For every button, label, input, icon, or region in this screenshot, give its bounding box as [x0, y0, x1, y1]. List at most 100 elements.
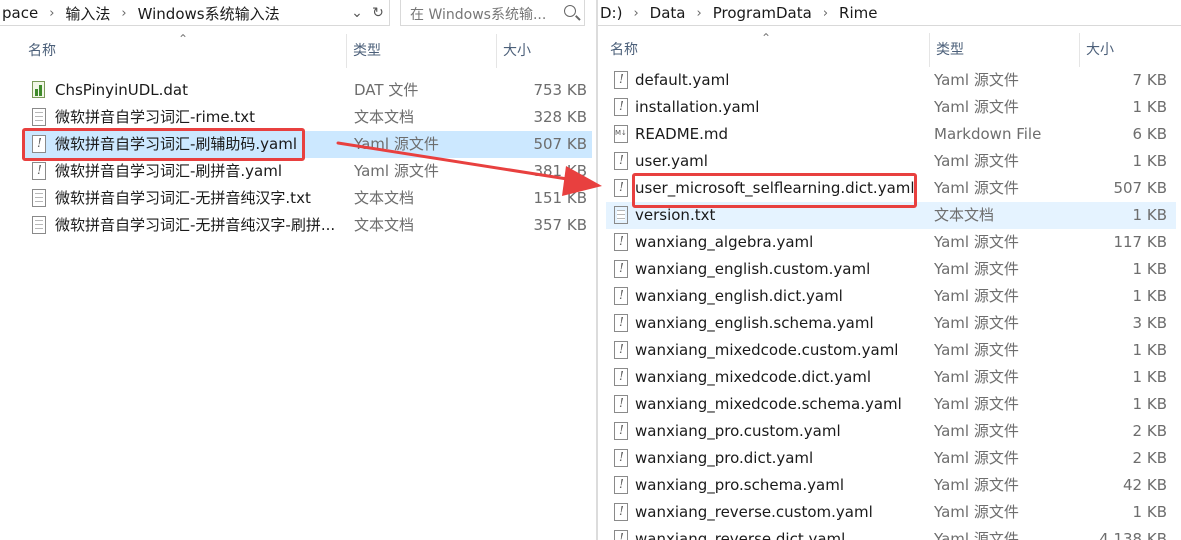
column-header-type[interactable]: 类型 — [346, 34, 497, 68]
file-row[interactable]: wanxiang_english.custom.yaml Yaml 源文件 1 KB — [606, 256, 1176, 283]
yaml-file-icon — [614, 71, 628, 89]
file-row-hovered[interactable]: version.txt 文本文档 1 KB — [606, 202, 1176, 229]
breadcrumb-segment[interactable]: Data — [648, 4, 688, 22]
breadcrumb-segment[interactable]: Rime — [837, 4, 879, 22]
file-row[interactable]: user.yaml Yaml 源文件 1 KB — [606, 148, 1176, 175]
file-type: Yaml 源文件 — [934, 71, 1019, 89]
file-row[interactable]: wanxiang_pro.dict.yaml Yaml 源文件 2 KB — [606, 445, 1176, 472]
file-row[interactable]: 微软拼音自学习词汇-无拼音纯汉字.txt 文本文档 151 KB — [22, 185, 592, 212]
file-size: 4,138 KB — [1099, 530, 1167, 540]
file-name: 微软拼音自学习词汇-无拼音纯汉字-刷拼... — [55, 216, 336, 234]
text-file-icon — [32, 189, 46, 207]
file-size: 6 KB — [1132, 125, 1167, 143]
yaml-file-icon — [32, 135, 46, 153]
chevron-right-icon[interactable]: › — [112, 6, 135, 21]
file-row[interactable]: wanxiang_pro.custom.yaml Yaml 源文件 2 KB — [606, 418, 1176, 445]
text-file-icon — [614, 206, 628, 224]
file-size: 328 KB — [533, 108, 587, 126]
file-type: 文本文档 — [934, 206, 995, 224]
file-size: 117 KB — [1113, 233, 1167, 251]
search-icon[interactable] — [564, 5, 576, 17]
yaml-file-icon — [614, 422, 628, 440]
yaml-file-icon — [614, 260, 628, 278]
chevron-right-icon[interactable]: › — [40, 6, 63, 21]
file-row[interactable]: wanxiang_mixedcode.schema.yaml Yaml 源文件 1 … — [606, 391, 1176, 418]
yaml-file-icon — [614, 449, 628, 467]
column-header-size[interactable]: 大小 — [1079, 33, 1176, 67]
file-row[interactable]: 微软拼音自学习词汇-刷拼音.yaml Yaml 源文件 381 KB — [22, 158, 592, 185]
file-type: Yaml 源文件 — [934, 503, 1019, 521]
file-row[interactable]: wanxiang_algebra.yaml Yaml 源文件 117 KB — [606, 229, 1176, 256]
file-row[interactable]: installation.yaml Yaml 源文件 1 KB — [606, 94, 1176, 121]
column-header-size[interactable]: 大小 — [496, 34, 593, 68]
file-row[interactable]: wanxiang_english.dict.yaml Yaml 源文件 1 KB — [606, 283, 1176, 310]
file-type: Yaml 源文件 — [934, 395, 1019, 413]
file-name: 微软拼音自学习词汇-刷拼音.yaml — [55, 162, 283, 180]
file-type: 文本文档 — [354, 108, 415, 126]
file-row[interactable]: default.yaml Yaml 源文件 7 KB — [606, 67, 1176, 94]
file-row[interactable]: wanxiang_mixedcode.dict.yaml Yaml 源文件 1 KB — [606, 364, 1176, 391]
file-size: 507 KB — [533, 135, 587, 153]
file-type: Markdown File — [934, 125, 1042, 143]
file-name: wanxiang_mixedcode.schema.yaml — [635, 395, 902, 413]
chevron-right-icon[interactable]: › — [688, 6, 711, 21]
left-explorer-pane: pace › 输入法 › Windows系统输入法 ⌄ ↻ 在 Windows系… — [0, 0, 598, 540]
dat-file-icon — [32, 81, 46, 99]
breadcrumb-segment[interactable]: D:) — [598, 4, 624, 22]
breadcrumb-segment[interactable]: pace — [0, 4, 40, 22]
file-name: user_microsoft_selflearning.dict.yaml — [635, 179, 915, 197]
yaml-file-icon — [614, 341, 628, 359]
file-row[interactable]: wanxiang_pro.schema.yaml Yaml 源文件 42 KB — [606, 472, 1176, 499]
file-type: Yaml 源文件 — [934, 449, 1019, 467]
file-row[interactable]: wanxiang_reverse.dict.yaml Yaml 源文件 4,138 … — [606, 526, 1176, 540]
file-size: 1 KB — [1132, 98, 1167, 116]
column-header-name[interactable]: 名称 — [28, 34, 346, 68]
file-row[interactable]: ChsPinyinUDL.dat DAT 文件 753 KB — [22, 77, 592, 104]
file-row[interactable]: 微软拼音自学习词汇-无拼音纯汉字-刷拼... 文本文档 357 KB — [22, 212, 592, 239]
address-dropdown-icon[interactable]: ⌄ — [346, 0, 368, 26]
file-type: Yaml 源文件 — [934, 233, 1019, 251]
file-size: 1 KB — [1132, 206, 1167, 224]
search-placeholder: 在 Windows系统输... — [410, 7, 547, 23]
file-type: Yaml 源文件 — [934, 530, 1019, 540]
file-row[interactable]: 微软拼音自学习词汇-rime.txt 文本文档 328 KB — [22, 104, 592, 131]
file-size: 1 KB — [1132, 503, 1167, 521]
column-header: ⌃ 名称 类型 大小 — [0, 32, 598, 68]
file-type: DAT 文件 — [354, 81, 419, 99]
file-row[interactable]: wanxiang_english.schema.yaml Yaml 源文件 3 KB — [606, 310, 1176, 337]
yaml-file-icon — [614, 314, 628, 332]
file-size: 381 KB — [533, 162, 587, 180]
file-size: 42 KB — [1123, 476, 1167, 494]
breadcrumb-segment[interactable]: Windows系统输入法 — [136, 3, 282, 24]
yaml-file-icon — [614, 395, 628, 413]
file-name: wanxiang_pro.custom.yaml — [635, 422, 841, 440]
file-row-selected[interactable]: 微软拼音自学习词汇-刷辅助码.yaml Yaml 源文件 507 KB — [22, 131, 592, 158]
breadcrumb-segment[interactable]: ProgramData — [711, 4, 814, 22]
search-input[interactable]: 在 Windows系统输... — [400, 0, 585, 26]
file-size: 1 KB — [1132, 260, 1167, 278]
breadcrumb-segment[interactable]: 输入法 — [63, 3, 112, 24]
file-row[interactable]: wanxiang_mixedcode.custom.yaml Yaml 源文件 1 … — [606, 337, 1176, 364]
file-type: Yaml 源文件 — [934, 98, 1019, 116]
file-name: default.yaml — [635, 71, 730, 89]
yaml-file-icon — [614, 368, 628, 386]
file-size: 2 KB — [1132, 449, 1167, 467]
chevron-right-icon[interactable]: › — [624, 6, 647, 21]
yaml-file-icon — [614, 233, 628, 251]
file-row[interactable]: wanxiang_reverse.custom.yaml Yaml 源文件 1 KB — [606, 499, 1176, 526]
file-name: installation.yaml — [635, 98, 760, 116]
refresh-icon[interactable]: ↻ — [367, 0, 389, 26]
file-name: wanxiang_pro.dict.yaml — [635, 449, 814, 467]
file-name: 微软拼音自学习词汇-rime.txt — [55, 108, 255, 126]
file-row[interactable]: user_microsoft_selflearning.dict.yaml Yam… — [606, 175, 1176, 202]
column-header-name[interactable]: 名称 — [610, 33, 926, 67]
file-row[interactable]: README.md Markdown File 6 KB — [606, 121, 1176, 148]
breadcrumb: D:) › Data › ProgramData › Rime — [598, 0, 1181, 26]
file-size: 7 KB — [1132, 71, 1167, 89]
column-header-type[interactable]: 类型 — [929, 33, 1080, 67]
file-type: Yaml 源文件 — [354, 135, 439, 153]
text-file-icon — [32, 216, 46, 234]
file-size: 357 KB — [533, 216, 587, 234]
chevron-right-icon[interactable]: › — [814, 6, 837, 21]
yaml-file-icon — [32, 162, 46, 180]
